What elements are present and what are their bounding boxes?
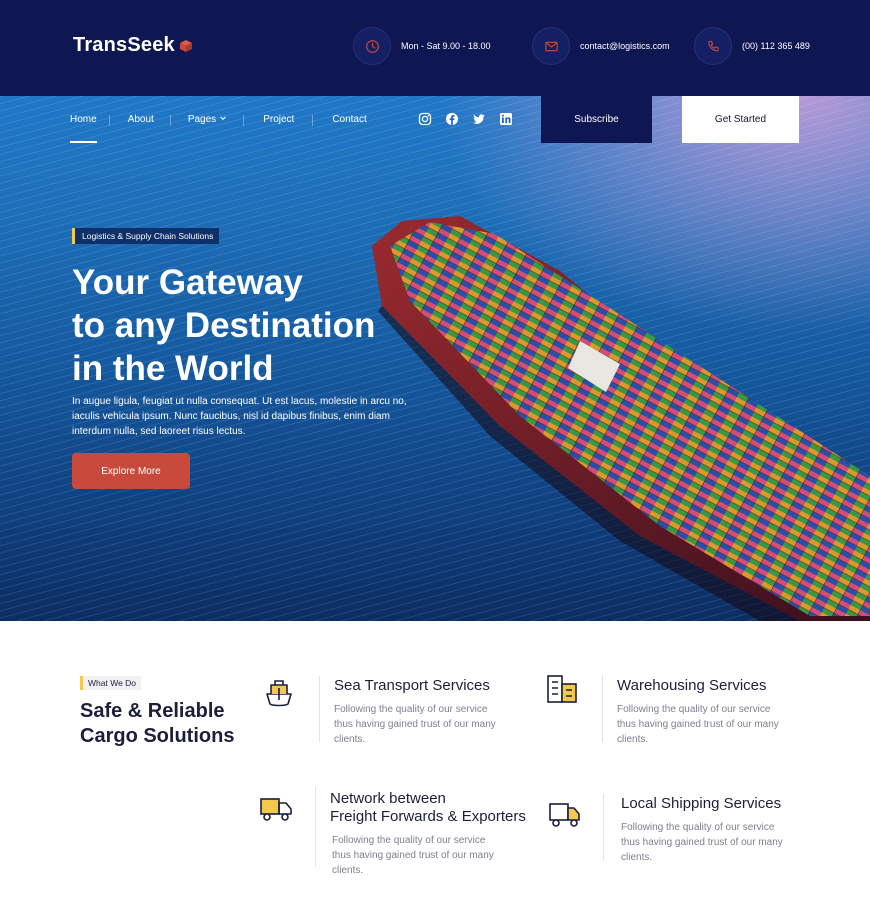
nav-pages[interactable]: Pages [169,96,243,143]
service-description: Following the quality of our service thu… [617,704,779,745]
contact-phone[interactable]: (00) 112 365 489 [694,27,810,65]
section-title: Safe & Reliable Cargo Solutions [80,699,234,749]
section-title-line-2: Cargo Solutions [80,725,235,747]
service-divider [603,794,604,860]
hero-tag: Logistics & Supply Chain Solutions [72,228,220,244]
clock-icon [353,27,391,65]
logo[interactable]: TransSeek [73,34,193,57]
facebook-icon[interactable] [445,112,459,126]
main-navbar: Home About Pages Project Contact Subscri… [0,96,870,143]
logo-text: TransSeek [73,34,175,56]
twitter-icon[interactable] [472,112,486,126]
nav-menu: Home About Pages Project Contact [58,96,379,143]
nav-project-label: Project [263,114,295,125]
contact-phone-text: (00) 112 365 489 [742,41,810,51]
phone-icon [694,27,732,65]
chevron-down-icon [219,114,227,125]
service-description: Following the quality of our service thu… [621,822,783,863]
service-title-line-2: Freight Forwards & Exporters [330,808,526,825]
get-started-button[interactable]: Get Started [682,96,799,143]
contact-email-text: contact@logistics.com [580,41,670,51]
service-title-line-1: Network between [330,790,446,807]
ship-icon [261,676,297,710]
hero-title-line-2: to any Destination [72,306,376,345]
service-title: Local Shipping Services [621,795,782,812]
service-divider [315,787,316,867]
contact-email[interactable]: contact@logistics.com [532,27,670,65]
service-title: Sea Transport Services [334,677,490,694]
nav-home[interactable]: Home [58,96,109,143]
nav-about[interactable]: About [108,96,170,143]
nav-contact[interactable]: Contact [312,96,378,143]
nav-pages-label: Pages [187,114,217,125]
top-header: TransSeek Mon - Sat 9.00 - 18.00 contact… [0,0,870,96]
contact-hours: Mon - Sat 9.00 - 18.00 [353,27,491,65]
nav-project[interactable]: Project [243,96,312,143]
service-divider [319,676,320,742]
truck-icon [258,792,294,826]
section-title-line-1: Safe & Reliable [80,700,225,722]
service-title: Warehousing Services [617,677,767,694]
explore-more-button[interactable]: Explore More [72,453,190,489]
delivery-truck-icon [547,798,583,832]
section-tag: What We Do [80,676,142,690]
hero-section: Home About Pages Project Contact Subscri… [0,96,870,621]
subscribe-button[interactable]: Subscribe [541,96,652,143]
contact-hours-text: Mon - Sat 9.00 - 18.00 [401,41,491,51]
linkedin-icon[interactable] [499,112,513,126]
nav-home-label: Home [70,114,97,125]
hero-title-line-3: in the World [72,349,274,388]
hero-description: In augue ligula, feugiat ut nulla conseq… [72,396,407,437]
instagram-icon[interactable] [418,112,432,126]
nav-about-label: About [127,114,154,125]
hero-title: Your Gateway to any Destination in the W… [72,261,432,390]
service-divider [602,676,603,742]
social-links [418,112,513,126]
hero-title-line-1: Your Gateway [72,263,303,302]
mail-icon [532,27,570,65]
warehouse-icon [544,672,580,706]
nav-contact-label: Contact [332,114,367,125]
cube-icon [179,39,193,53]
service-description: Following the quality of our service thu… [334,704,496,745]
service-description: Following the quality of our service thu… [332,835,494,876]
